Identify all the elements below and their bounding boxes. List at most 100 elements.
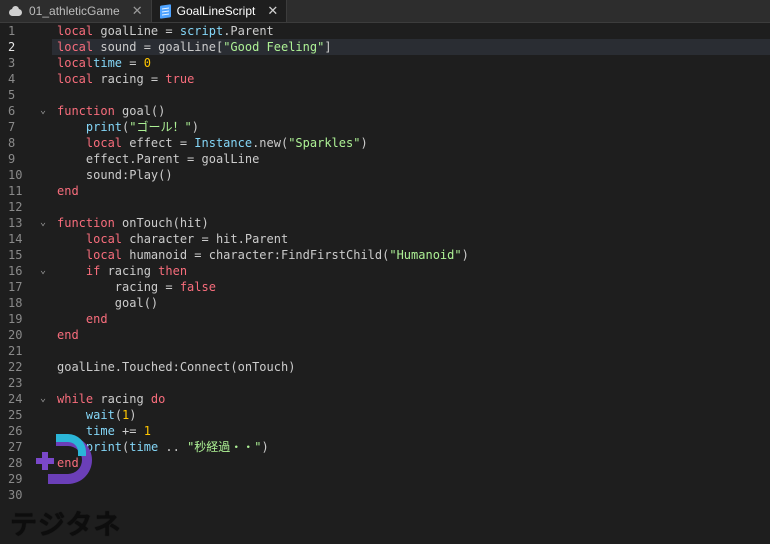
line-number: 28: [8, 456, 23, 470]
code-token: local: [85, 136, 123, 150]
code-token: ..: [158, 440, 188, 454]
code-line[interactable]: goal(): [52, 295, 770, 311]
code-line[interactable]: print(time .. "秒経過・・"): [52, 439, 770, 455]
line-number: 30: [8, 488, 23, 502]
code-line[interactable]: racing = false: [52, 279, 770, 295]
code-line[interactable]: [52, 87, 770, 103]
line-number: 22: [8, 360, 23, 374]
code-line[interactable]: local racing = true: [52, 71, 770, 87]
code-line[interactable]: local effect = Instance.new("Sparkles"): [52, 135, 770, 151]
line-number: 26: [8, 424, 23, 438]
code-line[interactable]: localtime = 0: [52, 55, 770, 71]
tab-athletic-game[interactable]: 01_athleticGame ✕: [0, 0, 152, 22]
fold-chevron-icon[interactable]: ⌄: [40, 263, 50, 279]
code-token: false: [179, 280, 216, 294]
line-number: 18: [8, 296, 23, 310]
tab-label: GoalLineScript: [176, 4, 256, 18]
code-token: humanoid = character:FindFirstChild(: [122, 248, 390, 262]
code-line[interactable]: [52, 199, 770, 215]
line-number: 5: [8, 88, 16, 102]
tab-goal-line-script[interactable]: GoalLineScript ✕: [151, 0, 288, 22]
code-token: true: [165, 72, 195, 86]
code-token: .new(: [252, 136, 289, 150]
code-line[interactable]: [52, 375, 770, 391]
code-line[interactable]: local humanoid = character:FindFirstChil…: [52, 247, 770, 263]
code-token: (: [114, 408, 123, 422]
code-token: ): [461, 248, 469, 262]
code-token: "秒経過・・": [187, 440, 262, 454]
code-token: "Sparkles": [288, 136, 361, 150]
line-number: 1: [8, 24, 16, 38]
code-line[interactable]: local character = hit.Parent: [52, 231, 770, 247]
code-area[interactable]: local goalLine = script.Parent local soun…: [52, 23, 770, 503]
code-line[interactable]: function onTouch(hit): [52, 215, 770, 231]
code-token: end: [57, 184, 79, 198]
fold-chevron-icon[interactable]: ⌄: [40, 391, 50, 407]
code-token: ): [360, 136, 368, 150]
code-line[interactable]: function goal(): [52, 103, 770, 119]
code-token: script: [179, 24, 224, 38]
line-number: 8: [8, 136, 16, 150]
code-token: local: [57, 24, 101, 38]
code-token: if: [85, 264, 101, 278]
line-number: 12: [8, 200, 23, 214]
code-line[interactable]: print("ゴール！"): [52, 119, 770, 135]
code-token: local: [57, 40, 101, 54]
line-number: 29: [8, 472, 23, 486]
code-line[interactable]: effect.Parent = goalLine: [52, 151, 770, 167]
code-token: "Good Feeling": [223, 40, 325, 54]
code-line[interactable]: end: [52, 183, 770, 199]
code-line[interactable]: wait(1): [52, 407, 770, 423]
code-line[interactable]: while racing do: [52, 391, 770, 407]
code-token: local: [85, 232, 123, 246]
code-token: ): [129, 408, 137, 422]
code-token: do: [150, 392, 166, 406]
code-editor[interactable]: 1 2 3 4 5 6 7 8 9 10 11 12 13 14 15 16 17 18 19 20 21 22 23 24 2…: [0, 23, 770, 544]
code-token: character = hit.Parent: [122, 232, 289, 246]
fold-chevron-icon[interactable]: ⌄: [40, 215, 50, 231]
line-number: 11: [8, 184, 23, 198]
close-icon[interactable]: ✕: [267, 3, 278, 19]
code-token: then: [158, 264, 188, 278]
code-line[interactable]: [52, 471, 770, 487]
code-token: while: [57, 392, 94, 406]
code-line[interactable]: end: [52, 455, 770, 471]
code-line[interactable]: [52, 487, 770, 503]
code-token: "ゴール！": [129, 120, 192, 134]
code-line[interactable]: end: [52, 327, 770, 343]
code-line[interactable]: if racing then: [52, 263, 770, 279]
code-line[interactable]: local sound = goalLine["Good Feeling"]: [52, 39, 770, 55]
tab-bar: 01_athleticGame ✕ GoalLineScript ✕: [0, 0, 770, 23]
code-token: "Humanoid": [389, 248, 462, 262]
code-line[interactable]: time += 1: [52, 423, 770, 439]
watermark-text: テジタネ: [10, 510, 122, 541]
fold-chevron-icon[interactable]: ⌄: [40, 103, 50, 119]
code-line[interactable]: sound:Play(): [52, 167, 770, 183]
line-number: 16: [8, 264, 23, 278]
line-number: 4: [8, 72, 16, 86]
code-line[interactable]: local goalLine = script.Parent: [52, 23, 770, 39]
line-number: 24: [8, 392, 23, 406]
line-number: 19: [8, 312, 23, 326]
code-line[interactable]: goalLine.Touched:Connect(onTouch): [52, 359, 770, 375]
code-token: sound:Play(): [57, 168, 173, 182]
line-number: 15: [8, 248, 23, 262]
close-icon[interactable]: ✕: [132, 3, 143, 19]
code-line[interactable]: [52, 343, 770, 359]
code-line[interactable]: end: [52, 311, 770, 327]
code-token: onTouch(hit): [114, 216, 209, 230]
line-number-gutter: 1 2 3 4 5 6 7 8 9 10 11 12 13 14 15 16 17 18 19 20 21 22 23 24 2…: [0, 23, 38, 544]
code-token: local: [85, 248, 123, 262]
code-token: ): [191, 120, 199, 134]
code-token: =: [122, 56, 144, 70]
code-token: Instance: [194, 136, 253, 150]
code-token: local: [57, 72, 101, 86]
code-token: local: [57, 56, 94, 70]
code-token: print: [85, 120, 123, 134]
line-number: 2: [8, 40, 16, 54]
code-token: .Parent: [223, 24, 274, 38]
